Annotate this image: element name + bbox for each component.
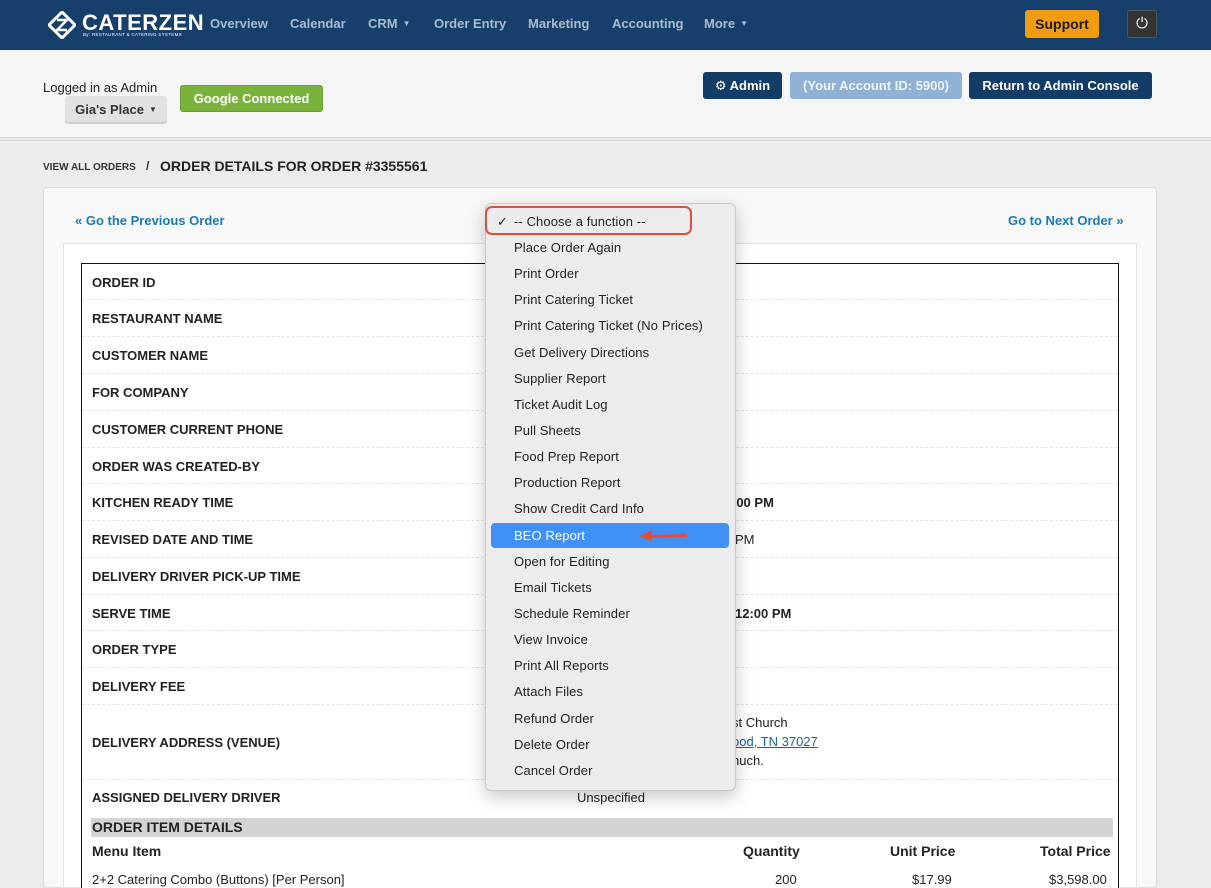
menu-item-production-report[interactable]: Production Report bbox=[491, 470, 729, 495]
venue-note: huch. bbox=[732, 753, 764, 768]
logo-diamond-icon bbox=[48, 11, 76, 39]
top-navbar: CATERZEN By: RESTAURANT & CATERING SYSTE… bbox=[0, 0, 1211, 50]
menu-item-cancel-order[interactable]: Cancel Order bbox=[491, 758, 729, 783]
detail-label: CUSTOMER NAME bbox=[92, 348, 209, 363]
menu-item-schedule-reminder[interactable]: Schedule Reminder bbox=[491, 601, 729, 626]
order-item-total-price: $3,598.00 bbox=[1049, 872, 1107, 887]
venue-name: st Church bbox=[732, 715, 788, 730]
annotation-highlight-ring bbox=[485, 206, 692, 235]
detail-label: ASSIGNED DELIVERY DRIVER bbox=[92, 790, 281, 805]
column-header-total-price: Total Price bbox=[1040, 843, 1111, 859]
header-divider bbox=[0, 140, 1211, 143]
detail-value: 12:00 PM bbox=[735, 606, 792, 621]
menu-item-open-for-editing[interactable]: Open for Editing bbox=[491, 549, 729, 574]
detail-label: REVISED DATE AND TIME bbox=[92, 532, 254, 547]
support-button[interactable]: Support bbox=[1025, 10, 1099, 38]
detail-label: RESTAURANT NAME bbox=[92, 311, 223, 326]
order-item-unit-price: $17.99 bbox=[912, 872, 952, 887]
detail-label: SERVE TIME bbox=[92, 606, 171, 621]
column-header-menu-item: Menu Item bbox=[92, 843, 162, 859]
order-item-quantity: 200 bbox=[775, 872, 797, 887]
detail-value: PM bbox=[735, 532, 755, 547]
annotation-arrow-icon bbox=[639, 530, 687, 542]
breadcrumb-separator: / bbox=[146, 159, 150, 173]
gear-icon: ⚙ bbox=[714, 78, 727, 93]
admin-button[interactable]: ⚙ Admin bbox=[703, 72, 782, 99]
menu-item-print-catering-ticket-no-prices[interactable]: Print Catering Ticket (No Prices) bbox=[491, 313, 729, 338]
menu-item-email-tickets[interactable]: Email Tickets bbox=[491, 575, 729, 600]
menu-item-delete-order[interactable]: Delete Order bbox=[491, 732, 729, 757]
place-label: Gia's Place bbox=[75, 102, 144, 117]
logged-in-text: Logged in as Admin bbox=[43, 80, 158, 95]
power-icon[interactable]: ⏻ bbox=[1127, 10, 1157, 38]
detail-label: ORDER WAS CREATED-BY bbox=[92, 459, 261, 474]
order-items-header-bar bbox=[91, 818, 1113, 837]
nav-more[interactable]: More ▼ bbox=[704, 16, 748, 31]
nav-more-label: More bbox=[704, 16, 736, 31]
detail-label: KITCHEN READY TIME bbox=[92, 495, 234, 510]
detail-label: DELIVERY ADDRESS (VENUE) bbox=[92, 735, 281, 750]
brand-tagline: By: RESTAURANT & CATERING SYSTEMS bbox=[83, 32, 182, 37]
google-connected-button[interactable]: Google Connected bbox=[180, 85, 323, 112]
menu-item-attach-files[interactable]: Attach Files bbox=[491, 679, 729, 704]
nav-crm-label: CRM bbox=[368, 16, 398, 31]
menu-item-get-delivery-directions[interactable]: Get Delivery Directions bbox=[491, 340, 729, 365]
menu-item-show-credit-card-info[interactable]: Show Credit Card Info bbox=[491, 496, 729, 521]
detail-label: FOR COMPANY bbox=[92, 385, 189, 400]
menu-item-print-all-reports[interactable]: Print All Reports bbox=[491, 653, 729, 678]
menu-item-beo-report[interactable]: BEO Report bbox=[491, 523, 729, 548]
menu-item-view-invoice[interactable]: View Invoice bbox=[491, 627, 729, 652]
menu-item-print-order[interactable]: Print Order bbox=[491, 261, 729, 286]
menu-item-supplier-report[interactable]: Supplier Report bbox=[491, 366, 729, 391]
nav-crm[interactable]: CRM ▼ bbox=[368, 16, 411, 31]
detail-value: Unspecified bbox=[577, 790, 645, 805]
admin-label: Admin bbox=[729, 78, 771, 93]
nav-overview[interactable]: Overview bbox=[210, 16, 268, 31]
detail-label: ORDER ID bbox=[92, 275, 156, 290]
column-header-quantity: Quantity bbox=[743, 843, 800, 859]
nav-order-entry[interactable]: Order Entry bbox=[434, 16, 506, 31]
previous-order-link[interactable]: « Go the Previous Order bbox=[75, 213, 225, 228]
venue-address-link[interactable]: ood, TN 37027 bbox=[732, 734, 818, 749]
menu-item-refund-order[interactable]: Refund Order bbox=[491, 706, 729, 731]
nav-calendar[interactable]: Calendar bbox=[290, 16, 346, 31]
caret-down-icon: ▼ bbox=[740, 19, 748, 28]
detail-value: :00 PM bbox=[732, 495, 774, 510]
page-title: ORDER DETAILS FOR ORDER #3355561 bbox=[160, 158, 428, 174]
account-id-badge: (Your Account ID: 5900) bbox=[790, 72, 962, 99]
caret-down-icon: ▼ bbox=[148, 105, 157, 114]
menu-item-pull-sheets[interactable]: Pull Sheets bbox=[491, 418, 729, 443]
order-item-name: 2+2 Catering Combo (Buttons) [Per Person… bbox=[92, 872, 345, 887]
detail-label: ORDER TYPE bbox=[92, 642, 177, 657]
place-selector[interactable]: Gia's Place ▼ bbox=[65, 96, 167, 124]
menu-item-food-prep-report[interactable]: Food Prep Report bbox=[491, 444, 729, 469]
menu-item-place-order-again[interactable]: Place Order Again bbox=[491, 235, 729, 260]
caterzen-logo[interactable]: CATERZEN By: RESTAURANT & CATERING SYSTE… bbox=[48, 9, 218, 41]
return-admin-console-button[interactable]: Return to Admin Console bbox=[969, 72, 1152, 99]
detail-label: DELIVERY DRIVER PICK-UP TIME bbox=[92, 569, 301, 584]
order-items-title: ORDER ITEM DETAILS bbox=[92, 819, 243, 835]
detail-label: CUSTOMER CURRENT PHONE bbox=[92, 422, 284, 437]
menu-item-ticket-audit-log[interactable]: Ticket Audit Log bbox=[491, 392, 729, 417]
detail-label: DELIVERY FEE bbox=[92, 679, 186, 694]
nav-marketing[interactable]: Marketing bbox=[528, 16, 589, 31]
column-header-unit-price: Unit Price bbox=[890, 843, 956, 859]
next-order-link[interactable]: Go to Next Order » bbox=[1008, 213, 1124, 228]
nav-accounting[interactable]: Accounting bbox=[612, 16, 684, 31]
caret-down-icon: ▼ bbox=[402, 19, 411, 28]
breadcrumb-view-all-orders[interactable]: VIEW ALL ORDERS bbox=[43, 162, 136, 173]
menu-item-print-catering-ticket[interactable]: Print Catering Ticket bbox=[491, 287, 729, 312]
